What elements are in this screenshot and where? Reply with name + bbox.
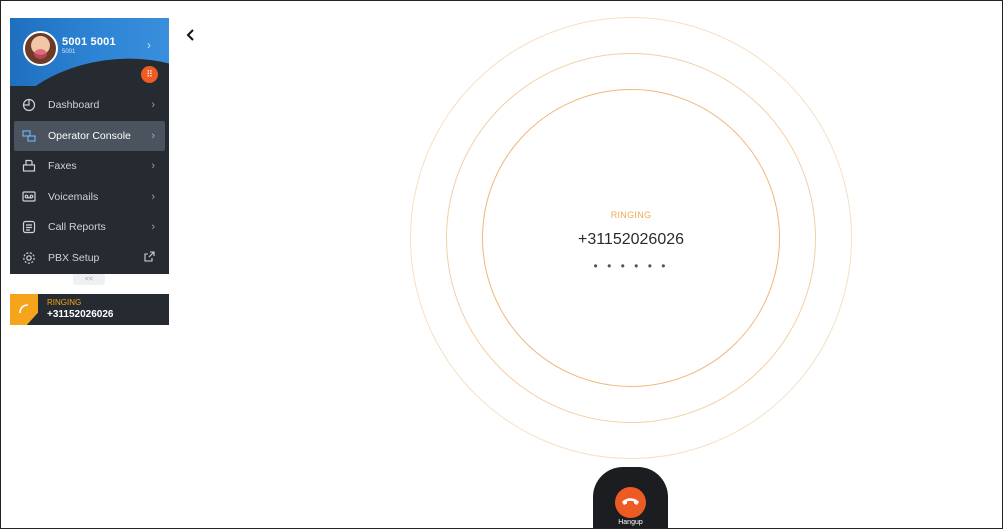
app-window: 5001 5001 5001 › ⠿ Dashboard › Operator …: [0, 0, 1003, 529]
operator-console-icon: [22, 129, 36, 143]
sidebar-item-label: Dashboard: [48, 99, 100, 112]
hangup-button[interactable]: Hangup: [593, 467, 668, 528]
sidebar-item-voicemails[interactable]: Voicemails ›: [14, 182, 165, 213]
voicemail-icon: [22, 190, 36, 204]
chevron-right-icon: ›: [151, 129, 155, 142]
sidebar-item-operator-console[interactable]: Operator Console ›: [14, 120, 165, 151]
sidebar-collapse-button[interactable]: <<: [73, 274, 105, 285]
sidebar: 5001 5001 5001 › ⠿ Dashboard › Operator …: [10, 18, 169, 274]
profile-extension: 5001: [62, 49, 76, 55]
chevron-right-icon: ›: [151, 190, 155, 203]
fax-icon: [22, 159, 36, 173]
chevron-right-icon: ›: [151, 221, 155, 234]
chevron-right-icon[interactable]: ›: [147, 38, 151, 52]
ringing-number: +31152026026: [47, 309, 114, 320]
sidebar-item-label: Operator Console: [48, 129, 131, 142]
external-link-icon: [144, 251, 155, 265]
sidebar-nav: Dashboard › Operator Console › Faxes › V…: [10, 90, 169, 273]
hangup-label: Hangup: [618, 519, 643, 526]
back-arrow-icon[interactable]: [184, 28, 198, 42]
ringing-status: RINGING: [47, 298, 82, 307]
sidebar-item-label: Faxes: [48, 160, 77, 173]
sidebar-item-label: Voicemails: [48, 190, 99, 203]
sidebar-item-label: Call Reports: [48, 221, 106, 234]
dialing-dots: • • • • • •: [593, 259, 669, 273]
phone-ringing-icon: [10, 294, 38, 325]
dialpad-button[interactable]: ⠿: [141, 66, 158, 83]
sidebar-item-faxes[interactable]: Faxes ›: [14, 151, 165, 182]
call-number: +31152026026: [577, 231, 685, 248]
call-reports-icon: [22, 220, 36, 234]
gear-icon: [22, 251, 36, 265]
profile-name: 5001 5001: [62, 36, 116, 48]
avatar: [23, 31, 58, 66]
ringing-call-card[interactable]: RINGING +31152026026: [10, 294, 169, 325]
sidebar-item-dashboard[interactable]: Dashboard ›: [14, 90, 165, 121]
call-status: RINGING: [610, 210, 652, 220]
hangup-phone-icon: [615, 487, 646, 518]
chevron-right-icon: ›: [151, 99, 155, 112]
chevron-right-icon: ›: [151, 160, 155, 173]
sidebar-item-call-reports[interactable]: Call Reports ›: [14, 212, 165, 243]
dashboard-icon: [22, 98, 36, 112]
sidebar-item-pbx-setup[interactable]: PBX Setup: [14, 243, 165, 274]
